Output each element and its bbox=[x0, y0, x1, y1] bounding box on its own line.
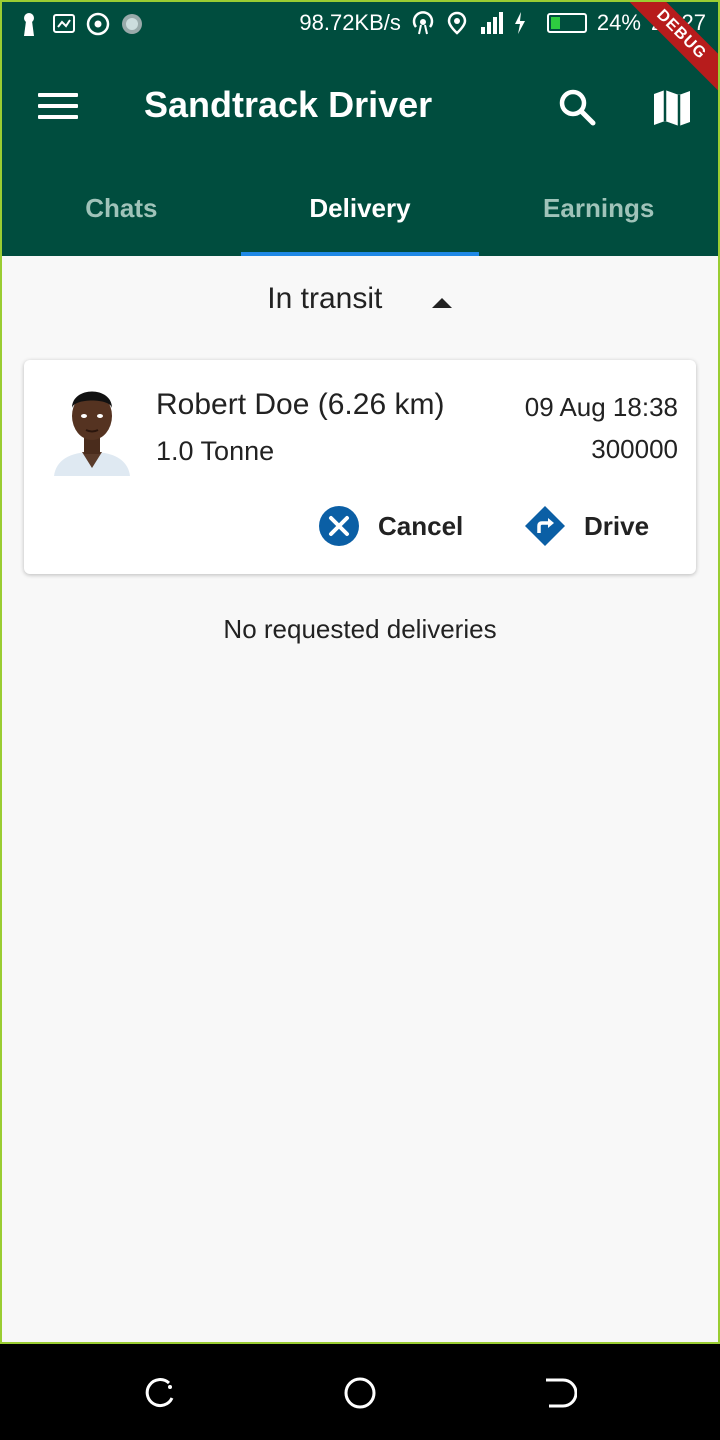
network-speed: 98.72KB/s bbox=[299, 10, 401, 35]
battery-icon bbox=[546, 13, 587, 33]
search-icon bbox=[559, 89, 596, 126]
directions-icon bbox=[525, 506, 565, 546]
battery-level: 24% bbox=[596, 10, 641, 35]
home-icon bbox=[344, 1377, 376, 1409]
cancel-button[interactable]: Cancel bbox=[318, 504, 463, 548]
collapse-arrow-icon bbox=[431, 283, 453, 317]
keyhole-icon bbox=[18, 12, 40, 36]
customer-name-distance: Robert Doe (6.26 km) bbox=[156, 388, 445, 421]
in-transit-label: In transit bbox=[267, 282, 383, 315]
charging-icon bbox=[513, 11, 537, 35]
tab-chats[interactable]: Chats bbox=[2, 188, 241, 256]
back-button[interactable] bbox=[543, 1376, 578, 1410]
recents-button[interactable] bbox=[143, 1376, 177, 1410]
app-status-icon bbox=[120, 12, 142, 36]
map-button[interactable] bbox=[650, 86, 694, 130]
menu-button[interactable] bbox=[38, 93, 78, 123]
system-nav-bar bbox=[0, 1344, 720, 1440]
cast-icon bbox=[52, 12, 75, 36]
back-icon bbox=[546, 1378, 578, 1408]
delivery-card: Robert Doe (6.26 km) 1.0 Tonne 09 Aug 18… bbox=[24, 360, 696, 574]
cancel-icon bbox=[319, 506, 359, 546]
app-bar: Sandtrack Driver Chats Delivery Earnings bbox=[2, 48, 718, 256]
search-button[interactable] bbox=[556, 86, 598, 128]
recents-icon bbox=[145, 1378, 174, 1408]
home-button[interactable] bbox=[343, 1376, 377, 1410]
signal-icon bbox=[479, 11, 503, 35]
drive-label: Drive bbox=[584, 510, 650, 541]
hamburger-icon bbox=[38, 93, 78, 97]
status-bar: 98.72KB/s 24% 23:27 bbox=[2, 2, 718, 48]
record-icon bbox=[86, 12, 110, 36]
tab-delivery[interactable]: Delivery bbox=[240, 188, 480, 256]
in-transit-toggle[interactable]: In transit bbox=[2, 282, 718, 317]
delivery-amount: 300000 bbox=[591, 434, 678, 464]
app-frame: 98.72KB/s 24% 23:27 Sandtrack Driver bbox=[0, 0, 720, 1344]
hotspot-icon bbox=[411, 11, 435, 35]
app-title: Sandtrack Driver bbox=[144, 84, 433, 125]
location-icon bbox=[445, 11, 469, 35]
tab-earnings[interactable]: Earnings bbox=[479, 188, 718, 256]
delivery-datetime: 09 Aug 18:38 bbox=[524, 392, 678, 422]
cancel-label: Cancel bbox=[378, 510, 464, 541]
empty-requested-message: No requested deliveries bbox=[223, 614, 497, 644]
load-weight: 1.0 Tonne bbox=[156, 436, 275, 466]
driver-avatar bbox=[52, 378, 132, 478]
tab-bar: Chats Delivery Earnings bbox=[2, 188, 718, 256]
drive-button[interactable]: Drive bbox=[524, 504, 649, 548]
notification-icons bbox=[18, 12, 142, 36]
map-icon bbox=[654, 90, 690, 126]
